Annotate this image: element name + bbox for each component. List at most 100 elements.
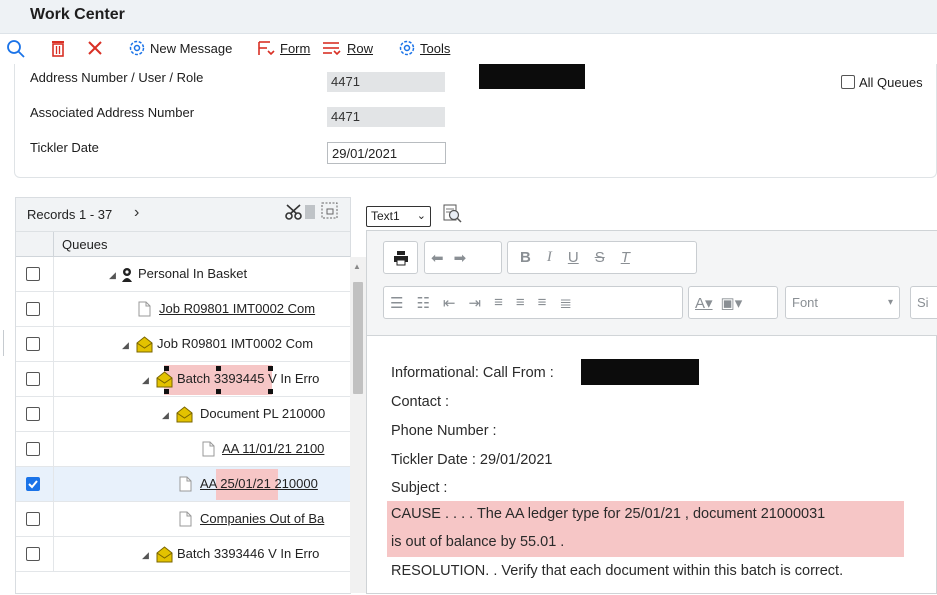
resize-handle[interactable]	[164, 366, 169, 371]
person-icon	[122, 268, 132, 282]
underline-button[interactable]: U	[568, 249, 579, 266]
grid-row-selected[interactable]: AA 25/01/21 210000	[16, 467, 350, 502]
row-label: Job R09801 IMT0002 Com	[157, 336, 314, 351]
delete-button[interactable]	[50, 39, 66, 57]
print-icon[interactable]	[393, 250, 409, 266]
font-select[interactable]: Font ▾	[785, 286, 900, 319]
document-icon	[179, 476, 192, 492]
row-checkbox-checked[interactable]	[26, 477, 40, 491]
cancel-button[interactable]	[86, 39, 104, 57]
row-label[interactable]: AA 11/01/21 2100	[222, 441, 334, 456]
scroll-up-icon[interactable]: ▲	[353, 262, 361, 271]
increase-indent-icon[interactable]: ⇥	[468, 294, 481, 312]
search-button[interactable]	[6, 39, 26, 59]
row-checkbox[interactable]	[26, 407, 40, 421]
collapse-icon[interactable]: ◢	[142, 375, 149, 386]
form-menu[interactable]: Form	[256, 39, 310, 57]
row-label: Row	[347, 41, 373, 56]
row-checkbox[interactable]	[26, 372, 40, 386]
cell-divider	[53, 362, 54, 397]
cell-divider	[53, 432, 54, 467]
row-checkbox[interactable]	[26, 547, 40, 561]
grid-row[interactable]: ◢ Batch 3393445 V In Erro	[16, 362, 350, 397]
column-divider	[53, 232, 54, 257]
grid-row[interactable]: AA 11/01/21 2100	[16, 432, 350, 467]
editor-content[interactable]: Informational: Call From : Contact : Pho…	[367, 336, 937, 595]
resize-handle[interactable]	[164, 389, 169, 394]
row-checkbox[interactable]	[26, 267, 40, 281]
resize-handle[interactable]	[216, 389, 221, 394]
document-icon	[138, 301, 151, 317]
remove-format-button[interactable]: T	[621, 249, 630, 266]
collapse-icon[interactable]: ◢	[109, 270, 116, 281]
grid-row[interactable]: ◢ Document PL 210000	[16, 397, 350, 432]
queues-grid: Records 1 - 37 › Queues ◢ Personal In Ba…	[15, 197, 366, 594]
size-select[interactable]: Si	[910, 286, 937, 319]
content-line: RESOLUTION. . Verify that each document …	[391, 563, 844, 579]
align-left-icon[interactable]: ≡	[494, 294, 503, 311]
new-message-button[interactable]: New Message	[128, 39, 232, 57]
splitter-handle[interactable]	[0, 330, 4, 356]
collapse-icon[interactable]: ◢	[162, 410, 169, 421]
scissors-icon[interactable]	[284, 203, 306, 221]
cell-divider	[53, 397, 54, 432]
row-checkbox[interactable]	[26, 442, 40, 456]
cell-divider	[53, 292, 54, 327]
text-select[interactable]: Text1 ⌄	[366, 206, 431, 227]
collapse-icon[interactable]: ◢	[122, 340, 129, 351]
row-checkbox[interactable]	[26, 302, 40, 316]
bold-button[interactable]: B	[520, 249, 531, 266]
align-center-icon[interactable]: ≡	[516, 294, 525, 311]
all-queues-checkbox[interactable]	[841, 75, 855, 89]
row-label[interactable]: Companies Out of Ba	[200, 511, 334, 526]
row-menu[interactable]: Row	[321, 39, 373, 57]
resize-handle[interactable]	[216, 366, 221, 371]
grid-row[interactable]: ◢ Batch 3393446 V In Erro	[16, 537, 350, 572]
new-message-label: New Message	[150, 40, 233, 56]
row-label[interactable]: Job R09801 IMT0002 Com	[159, 301, 334, 316]
magnify-document-icon[interactable]	[441, 203, 463, 225]
tools-menu[interactable]: Tools	[398, 39, 450, 57]
chevron-down-icon: ▾	[887, 297, 893, 308]
numbered-list-icon[interactable]: ☰	[390, 294, 403, 312]
grid-row[interactable]: Job R09801 IMT0002 Com	[16, 292, 350, 327]
export-icon[interactable]	[321, 201, 339, 221]
grid-row[interactable]: ◢ Job R09801 IMT0002 Com	[16, 327, 350, 362]
grid-scroll-thumb[interactable]	[353, 282, 363, 394]
grid-row[interactable]: Companies Out of Ba	[16, 502, 350, 537]
tickler-date-input[interactable]: 29/01/2021	[327, 142, 446, 164]
redo-icon[interactable]: ➡	[454, 249, 467, 267]
resize-handle[interactable]	[268, 366, 273, 371]
collapse-icon[interactable]: ◢	[142, 550, 149, 561]
row-label: Batch 3393445 V In Erro	[177, 371, 320, 386]
close-icon	[88, 41, 102, 55]
cell-divider	[53, 502, 54, 537]
row-label[interactable]: AA 25/01/21 210000	[200, 476, 334, 491]
copy-icon[interactable]	[304, 203, 318, 221]
grid-row[interactable]: ◢ Personal In Basket	[16, 257, 350, 292]
row-checkbox[interactable]	[26, 512, 40, 526]
row-label: Document PL 210000	[200, 406, 326, 421]
text-color-icon[interactable]: A▾	[695, 294, 713, 312]
envelope-icon	[156, 371, 173, 388]
background-color-icon[interactable]: ▣▾	[721, 294, 743, 312]
next-page-icon[interactable]: ›	[134, 204, 139, 222]
bulleted-list-icon[interactable]: ☷	[416, 294, 429, 312]
undo-icon[interactable]: ⬅	[431, 249, 444, 267]
queues-column-header[interactable]: Queues	[62, 237, 108, 252]
toolbar: New Message Form Row Tools	[0, 34, 937, 64]
checkmark-icon	[28, 480, 38, 489]
form-label: Form	[280, 41, 310, 56]
cell-divider	[53, 257, 54, 292]
resize-handle[interactable]	[268, 389, 273, 394]
grid-column-header: Queues	[16, 232, 350, 257]
justify-icon[interactable]: ≣	[559, 294, 572, 312]
align-right-icon[interactable]: ≡	[538, 294, 547, 311]
strike-button[interactable]: S	[595, 249, 605, 266]
italic-button[interactable]: I	[547, 249, 552, 266]
decrease-indent-icon[interactable]: ⇤	[443, 294, 456, 312]
paragraph-group: ☰ ☷ ⇤ ⇥ ≡ ≡ ≡ ≣	[383, 286, 683, 319]
content-line: Subject :	[391, 480, 448, 496]
row-label-text: Row	[347, 40, 374, 56]
row-checkbox[interactable]	[26, 337, 40, 351]
